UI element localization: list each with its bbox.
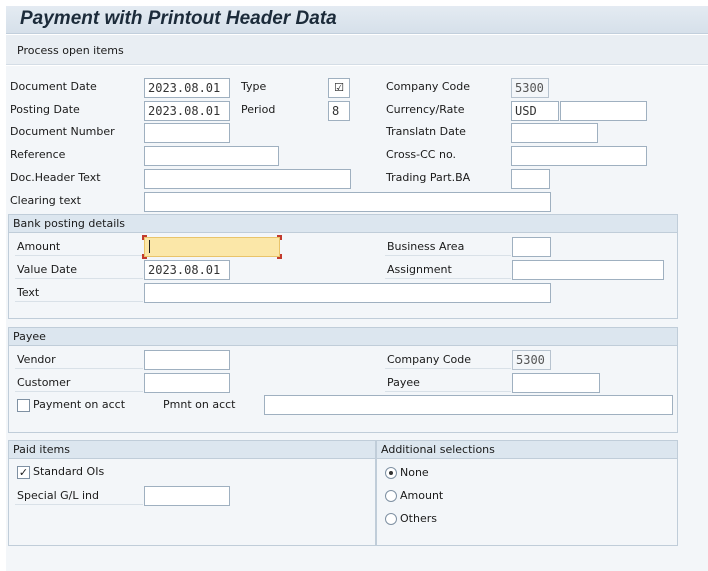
assignment-input[interactable] [512, 260, 664, 280]
payee-company-code-label: Company Code [385, 351, 511, 369]
trading-part-ba-label: Trading Part.BA [386, 171, 471, 184]
posting-date-label: Posting Date [10, 103, 80, 116]
doc-header-text-input[interactable] [144, 169, 351, 189]
amount-input[interactable] [144, 237, 280, 257]
special-gl-ind-input[interactable] [144, 486, 230, 506]
company-code-label: Company Code [386, 80, 470, 93]
radio-none[interactable] [385, 467, 397, 479]
text-label: Text [15, 284, 143, 302]
company-code-value: 5300 [511, 78, 549, 98]
process-open-items-button[interactable]: Process open items [13, 42, 128, 59]
period-input[interactable]: 8 [328, 101, 350, 121]
radio-amount[interactable] [385, 490, 397, 502]
document-number-input[interactable] [144, 123, 230, 143]
payee-panel: Payee Vendor Company Code 5300 Customer … [8, 327, 678, 433]
paid-items-panel: Paid items ✓ Standard OIs Special G/L in… [8, 440, 376, 546]
payment-on-acct-checkbox[interactable] [17, 399, 30, 412]
radio-others[interactable] [385, 513, 397, 525]
paid-items-title: Paid items [9, 441, 375, 459]
currency-input[interactable]: USD [511, 101, 559, 121]
main-content: Document Date 2023.08.01 Type ☑ Company … [6, 66, 708, 571]
pmnt-on-acct-label: Pmnt on acct [163, 398, 236, 411]
value-date-label: Value Date [15, 261, 143, 279]
assignment-label: Assignment [385, 261, 511, 279]
focus-corner-tl [142, 235, 147, 240]
customer-input[interactable] [144, 373, 230, 393]
type-label: Type [241, 80, 267, 93]
additional-selections-title: Additional selections [377, 441, 677, 459]
radio-amount-label: Amount [400, 489, 444, 502]
business-area-label: Business Area [385, 238, 511, 256]
posting-date-input[interactable]: 2023.08.01 [144, 101, 230, 121]
payee-input[interactable] [512, 373, 600, 393]
focus-corner-bl [142, 254, 147, 259]
document-date-label: Document Date [10, 80, 97, 93]
clearing-text-input[interactable] [144, 192, 551, 212]
payment-on-acct-label: Payment on acct [33, 398, 126, 411]
amount-label: Amount [15, 238, 143, 256]
radio-none-label: None [400, 466, 429, 479]
vendor-label: Vendor [15, 351, 143, 369]
trading-part-ba-input[interactable] [511, 169, 550, 189]
radio-others-label: Others [400, 512, 437, 525]
title-bar: Payment with Printout Header Data [6, 6, 708, 34]
business-area-input[interactable] [512, 237, 551, 257]
additional-selections-panel: Additional selections None Amount Others [376, 440, 678, 546]
bank-posting-details-title: Bank posting details [9, 215, 677, 233]
currency-rate-label: Currency/Rate [386, 103, 465, 116]
vendor-input[interactable] [144, 350, 230, 370]
bank-posting-details-panel: Bank posting details Amount Business Are… [8, 214, 678, 319]
translatn-date-input[interactable] [511, 123, 598, 143]
clearing-text-label: Clearing text [10, 194, 81, 207]
cross-cc-no-input[interactable] [511, 146, 647, 166]
cross-cc-no-label: Cross-CC no. [386, 148, 456, 161]
text-input[interactable] [144, 283, 551, 303]
pmnt-on-acct-input[interactable] [264, 395, 673, 415]
payee-label: Payee [385, 374, 511, 392]
special-gl-ind-label: Special G/L ind [15, 487, 143, 505]
type-input[interactable]: ☑ [328, 78, 350, 98]
reference-input[interactable] [144, 146, 279, 166]
customer-label: Customer [15, 374, 143, 392]
document-number-label: Document Number [10, 125, 115, 138]
period-label: Period [241, 103, 276, 116]
standard-ois-label: Standard OIs [33, 465, 105, 478]
exchange-rate-input[interactable] [560, 101, 647, 121]
focus-corner-tr [277, 235, 282, 240]
focus-corner-br [277, 254, 282, 259]
reference-label: Reference [10, 148, 66, 161]
translatn-date-label: Translatn Date [386, 125, 466, 138]
standard-ois-checkbox[interactable]: ✓ [17, 466, 30, 479]
radio-selected-dot [389, 471, 393, 475]
payee-title: Payee [9, 328, 677, 346]
document-date-input[interactable]: 2023.08.01 [144, 78, 230, 98]
value-date-input[interactable]: 2023.08.01 [144, 260, 230, 280]
text-cursor [149, 240, 150, 253]
doc-header-text-label: Doc.Header Text [10, 171, 101, 184]
page-title: Payment with Printout Header Data [20, 8, 337, 29]
application-toolbar: Process open items [6, 35, 708, 65]
payee-company-code-value: 5300 [512, 350, 551, 370]
